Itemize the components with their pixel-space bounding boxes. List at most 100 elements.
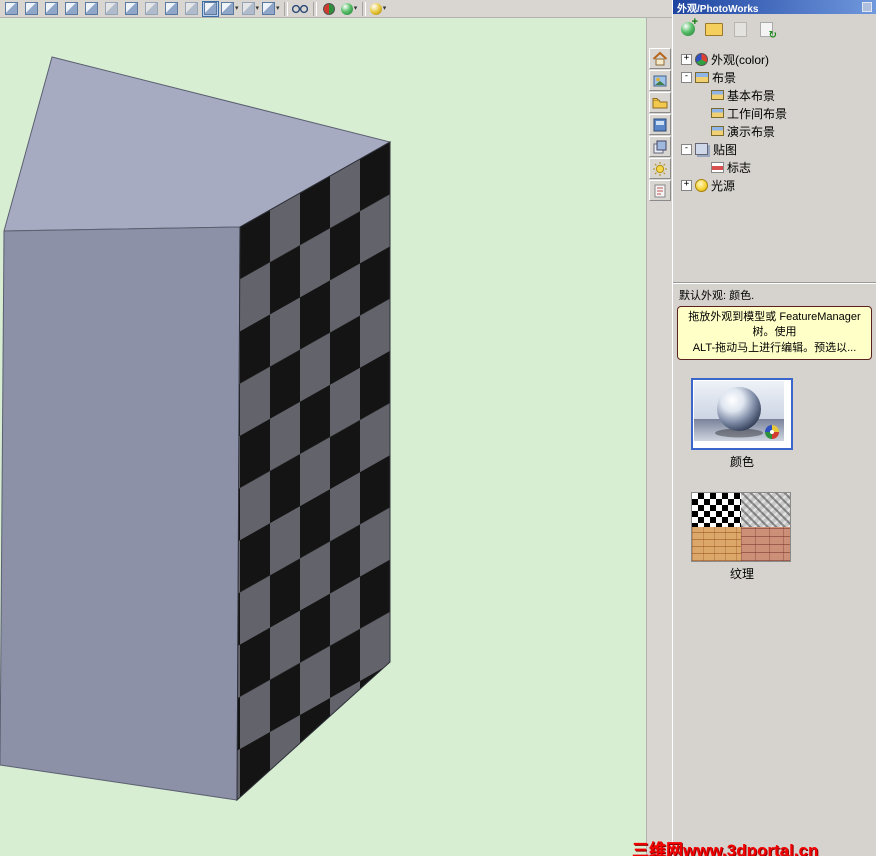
folder-icon (705, 22, 723, 36)
section-view-button[interactable]: ▾ (261, 1, 281, 17)
view-cube-icon (25, 2, 38, 15)
photoworks-options-button[interactable]: ▾ (369, 1, 388, 17)
scene-icon (711, 126, 724, 136)
lights-button[interactable] (648, 158, 671, 179)
tree-item-logos[interactable]: 标志 (673, 158, 876, 176)
scene-icon (695, 71, 709, 83)
panel-title-bar[interactable]: 外观/PhotoWorks (673, 0, 876, 15)
main-toolbar: ▾ ▾ ▾ ▾ ▾ (0, 0, 672, 18)
folder-icon (652, 97, 667, 108)
expander-box[interactable]: + (681, 53, 692, 65)
tree-item-basic-scenes[interactable]: 基本布景 (673, 86, 876, 104)
appearances-button[interactable] (648, 180, 671, 201)
chevron-down-icon: ▾ (235, 5, 239, 12)
scene-icon (711, 108, 724, 118)
view-cube-icon (125, 2, 138, 15)
render-tools-button[interactable]: ▾ (340, 1, 359, 17)
view-cube-icon (185, 2, 198, 15)
tree-item-appearance[interactable]: + 外观(color) (673, 50, 876, 68)
yellow-ball-icon (369, 2, 382, 15)
photoworks-side-toolbar (647, 48, 672, 201)
tree-item-label: 基本布景 (727, 88, 776, 103)
tree-item-decals[interactable]: - 贴图 (673, 140, 876, 158)
color-preview-thumbnail[interactable] (691, 378, 793, 451)
default-appearance-label: 默认外观: 颜色. (679, 290, 755, 302)
tree-item-label: 标志 (727, 160, 752, 175)
chevron-down-icon: ▾ (276, 5, 280, 12)
texture-preview-thumbnail[interactable] (691, 492, 791, 563)
display-style-button[interactable]: ▾ (220, 1, 240, 17)
checker-texture-swatch (692, 493, 741, 528)
view-cube-icon (105, 2, 118, 15)
box-left-face[interactable] (0, 226, 241, 801)
right-view-button[interactable] (62, 1, 81, 17)
tree-item-studio-scenes[interactable]: 工作间布景 (673, 104, 876, 122)
toolbar-separator (361, 1, 366, 16)
glasses-icon (292, 4, 309, 13)
tree-item-label: 外观(color) (711, 52, 770, 67)
tree-item-scenes[interactable]: - 布景 (673, 68, 876, 86)
home-button[interactable] (648, 48, 671, 69)
normal-to-view-button[interactable] (182, 1, 201, 17)
open-scene-button[interactable] (648, 92, 671, 113)
toolbar-separator (283, 1, 288, 16)
photoworks-panel: 外观/PhotoWorks + ↻ + 外观(color) - 布景 基本布景 … (672, 0, 876, 856)
tree-item-lights[interactable]: + 光源 (673, 176, 876, 194)
viewport-3d[interactable] (0, 18, 646, 856)
view-settings-button[interactable] (291, 1, 310, 17)
appearance-tree: + 外观(color) - 布景 基本布景 工作间布景 演示布景 - 贴图 标志… (673, 44, 876, 282)
box-checker-face[interactable] (236, 141, 391, 802)
tree-item-label: 贴图 (713, 142, 738, 157)
hint-line: 树。使用 (752, 326, 797, 339)
chevron-down-icon: ▾ (382, 5, 387, 12)
appearance-ball-icon (695, 52, 708, 66)
back-view-button[interactable] (22, 1, 41, 17)
dimetric-view-button[interactable] (162, 1, 181, 17)
color-preview-block: 颜色 (691, 378, 793, 470)
texture-grid-image (692, 493, 790, 562)
texture-preview-block: 纹理 (691, 492, 793, 582)
light-icon (652, 161, 667, 176)
side-toolbar-strip (646, 18, 672, 856)
bottom-view-button[interactable] (102, 1, 121, 17)
hidden-lines-button[interactable]: ▾ (241, 1, 261, 17)
expander-box[interactable]: - (681, 71, 692, 83)
sand-texture-swatch (692, 527, 741, 562)
chevron-down-icon: ▾ (353, 5, 358, 12)
texture-preview-label: 纹理 (729, 567, 754, 582)
tree-item-presentation-scenes[interactable]: 演示布景 (673, 122, 876, 140)
trimetric-view-button[interactable] (142, 1, 161, 17)
scene-editor-icon (653, 118, 666, 131)
add-appearance-button[interactable]: + (677, 16, 699, 40)
model-box[interactable] (0, 18, 646, 856)
view-cube-icon (262, 2, 276, 15)
expander-box[interactable]: + (681, 179, 692, 191)
hint-line: ALT-拖动马上进行编辑。预选以... (692, 341, 857, 354)
tree-item-label: 布景 (712, 70, 737, 85)
tree-item-label: 演示布景 (727, 124, 776, 139)
tree-item-label: 光源 (711, 178, 736, 193)
hint-tooltip: 拖放外观到模型或 FeatureManager 树。使用 ALT-拖动马上进行编… (677, 306, 872, 361)
refresh-arrows-icon: ↻ (768, 30, 777, 41)
left-view-button[interactable] (42, 1, 61, 17)
light-icon (695, 178, 708, 192)
front-view-button[interactable] (2, 1, 21, 17)
scene-editor-button[interactable] (648, 114, 671, 135)
update-button[interactable]: ↻ (755, 18, 777, 41)
view-orientation-button[interactable] (202, 0, 219, 17)
expander-box[interactable]: - (681, 143, 692, 155)
copy-button[interactable] (729, 18, 751, 40)
view-cube-icon (241, 2, 255, 15)
solidworks-window: ▾ ▾ ▾ ▾ ▾ 外观/PhotoWorks + ↻ + 外观(color) … (0, 0, 876, 856)
copy-sheet-icon (733, 21, 747, 37)
pin-icon[interactable] (862, 2, 872, 12)
top-view-button[interactable] (82, 1, 101, 17)
render-preview-icon (653, 75, 666, 86)
isometric-view-button[interactable] (122, 1, 141, 17)
preview-window-button[interactable] (648, 70, 671, 91)
panel-toolbar: + ↻ (673, 14, 876, 44)
decal-stack-icon (695, 143, 708, 155)
open-archive-button[interactable] (703, 18, 725, 40)
photoworks-render-button[interactable] (320, 1, 339, 17)
decals-button[interactable] (648, 136, 671, 157)
